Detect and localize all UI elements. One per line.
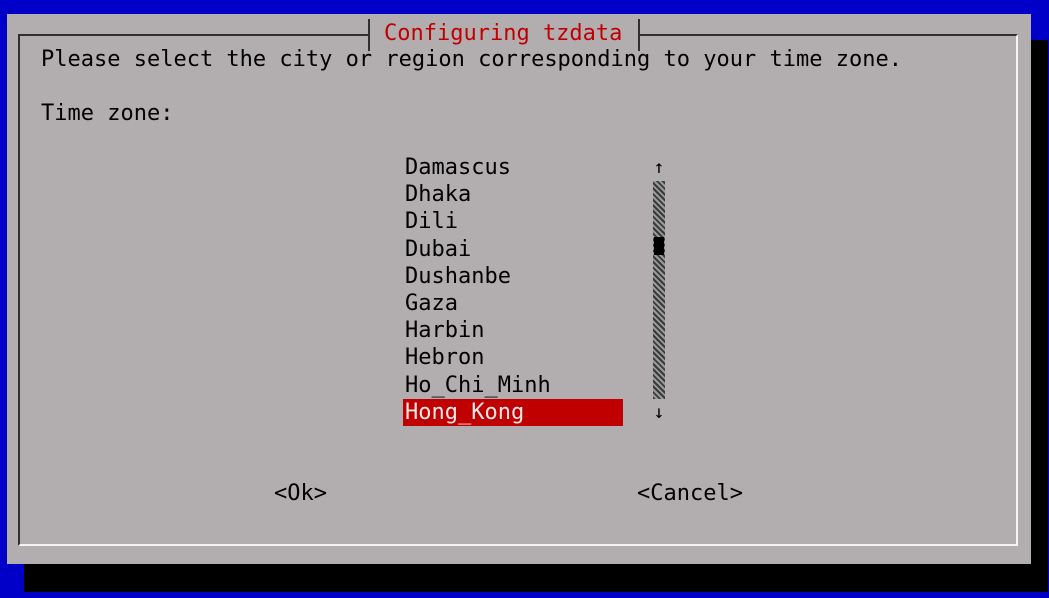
- list-item[interactable]: Hong_Kong: [403, 398, 623, 426]
- timezone-list[interactable]: Damascus Dhaka Dili Dubai Dushanbe Gaza …: [403, 154, 623, 426]
- list-scrollbar[interactable]: ↑ ↓: [647, 154, 671, 426]
- list-item[interactable]: Dili: [403, 208, 623, 235]
- timezone-label: Time zone:: [41, 101, 174, 126]
- arrow-up-icon[interactable]: ↑: [647, 154, 671, 181]
- tzdata-dialog: Configuring tzdata Please select the cit…: [7, 14, 1031, 564]
- list-item[interactable]: Ho_Chi_Minh: [403, 372, 623, 399]
- terminal-screen: Configuring tzdata Please select the cit…: [0, 0, 1049, 598]
- list-item[interactable]: Dushanbe: [403, 263, 623, 290]
- cancel-button[interactable]: <Cancel>: [637, 480, 743, 508]
- list-item[interactable]: Gaza: [403, 290, 623, 317]
- dialog-prompt: Please select the city or region corresp…: [41, 47, 902, 72]
- list-item[interactable]: Damascus: [403, 154, 623, 181]
- ok-button[interactable]: <Ok>: [274, 480, 327, 508]
- list-item[interactable]: Harbin: [403, 317, 623, 344]
- list-item[interactable]: Dhaka: [403, 181, 623, 208]
- scrollbar-thumb[interactable]: [654, 237, 664, 255]
- arrow-down-icon[interactable]: ↓: [647, 399, 671, 426]
- scrollbar-track[interactable]: [653, 181, 665, 399]
- list-item[interactable]: Dubai: [403, 236, 623, 263]
- list-item[interactable]: Hebron: [403, 344, 623, 371]
